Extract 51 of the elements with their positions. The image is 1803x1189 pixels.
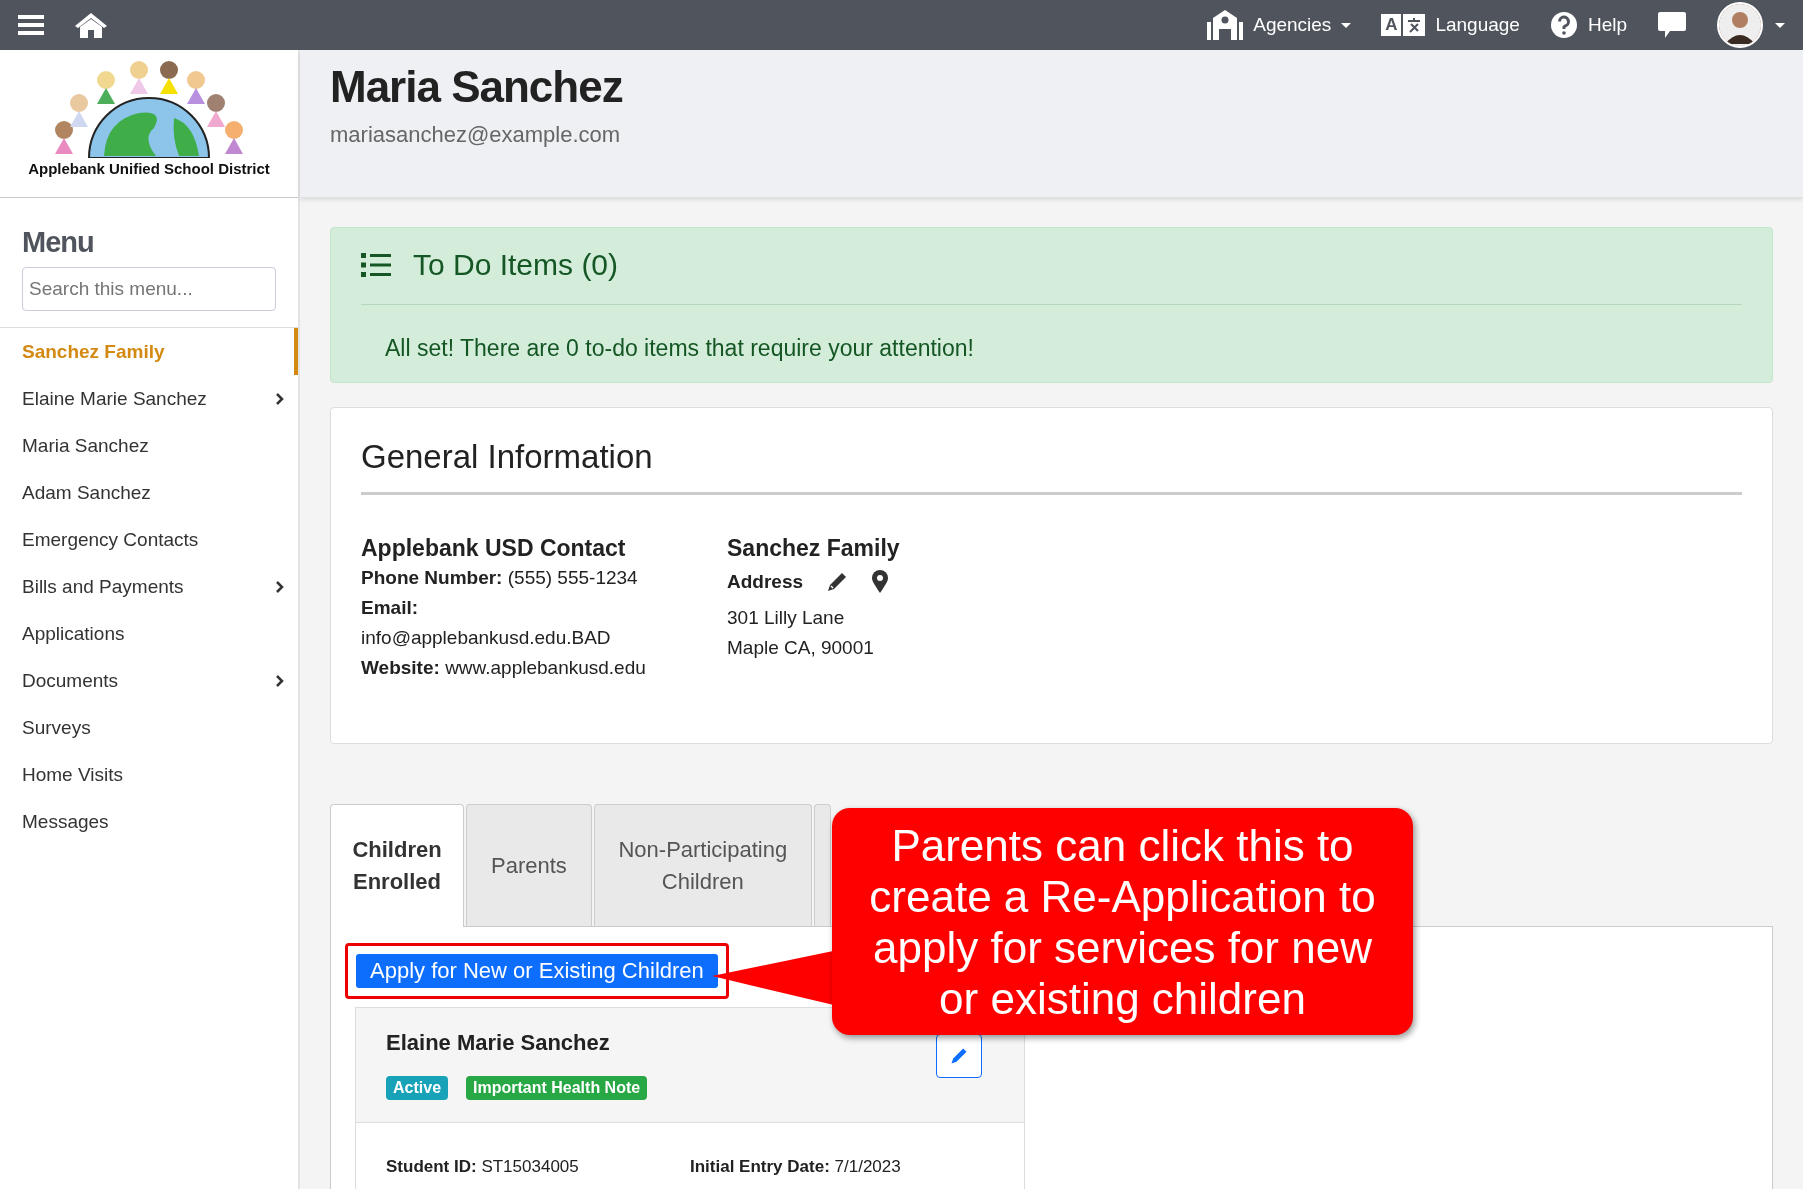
user-email: mariasanchez@example.com	[330, 122, 622, 148]
sidebar-item[interactable]: Applications	[0, 610, 298, 657]
translate-icon	[1403, 14, 1426, 36]
todo-message: All set! There are 0 to-do items that require your attention!	[384, 334, 975, 362]
contact-line: Website: www.applebankusd.edu	[361, 656, 647, 680]
contact-line: Phone Number: (555) 555-1234	[361, 566, 639, 590]
map-pin-icon[interactable]	[871, 570, 890, 594]
list-icon	[361, 253, 391, 277]
school-building-icon	[1207, 9, 1244, 41]
logo-caption: Applebank Unified School District	[28, 160, 270, 177]
field-line: Initial Entry Date: 7/1/2023	[690, 1157, 902, 1177]
status-badge: Active	[386, 1076, 449, 1100]
address-line: 301 Lilly Lane	[727, 606, 846, 630]
sidebar-item[interactable]: Documents	[0, 657, 298, 704]
section-title: General Information	[361, 438, 1742, 495]
sidebar-item[interactable]: Surveys	[0, 704, 298, 751]
sidebar-item[interactable]: Elaine Marie Sanchez	[0, 375, 298, 422]
sidebar-item[interactable]: Messages	[0, 798, 298, 845]
pencil-icon	[949, 1046, 969, 1066]
child-name: Elaine Marie Sanchez	[386, 1030, 610, 1056]
todo-title: To Do Items (0)	[413, 248, 619, 282]
language-icon: A	[1381, 14, 1402, 36]
tab[interactable]: Parents	[466, 804, 592, 926]
language-menu[interactable]: A Language	[1381, 14, 1520, 36]
edit-button[interactable]	[936, 1034, 982, 1078]
tab[interactable]: Children Enrolled	[330, 804, 464, 927]
help-icon	[1549, 11, 1578, 39]
address-label: Address	[727, 570, 804, 594]
home-icon[interactable]	[74, 11, 108, 39]
menu-icon[interactable]	[18, 14, 44, 36]
status-badge: Important Health Note	[466, 1076, 648, 1100]
agencies-menu[interactable]: Agencies	[1207, 9, 1352, 41]
chat-icon[interactable]	[1657, 11, 1687, 39]
menu-title: Menu	[22, 226, 95, 259]
help-link[interactable]: Help	[1549, 11, 1627, 39]
tab[interactable]: Non-Participating Children	[593, 804, 812, 926]
contact-heading: Applebank USD Contact	[361, 534, 627, 563]
search-field[interactable]: Search this menu...	[22, 267, 276, 311]
sidebar-item[interactable]: Bills and Payments	[0, 563, 298, 610]
address-line: Maple CA, 90001	[727, 636, 875, 660]
callout-text: Parents can click this to create a Re-Application to apply for services for new or existing children	[832, 808, 1413, 1035]
avatar[interactable]	[1717, 2, 1763, 48]
family-heading: Sanchez Family	[727, 534, 900, 563]
sidebar-item[interactable]: Home Visits	[0, 751, 298, 798]
sidebar-item[interactable]: Maria Sanchez	[0, 422, 298, 469]
field-line: Student ID: ST15034005	[386, 1157, 580, 1177]
caret-icon[interactable]	[1775, 22, 1785, 28]
apply-button[interactable]: Apply for New or Existing Children	[356, 954, 718, 988]
sidebar-item[interactable]: Adam Sanchez	[0, 469, 298, 516]
user-name: Maria Sanchez	[330, 62, 624, 112]
sidebar-item[interactable]: Emergency Contacts	[0, 516, 298, 563]
